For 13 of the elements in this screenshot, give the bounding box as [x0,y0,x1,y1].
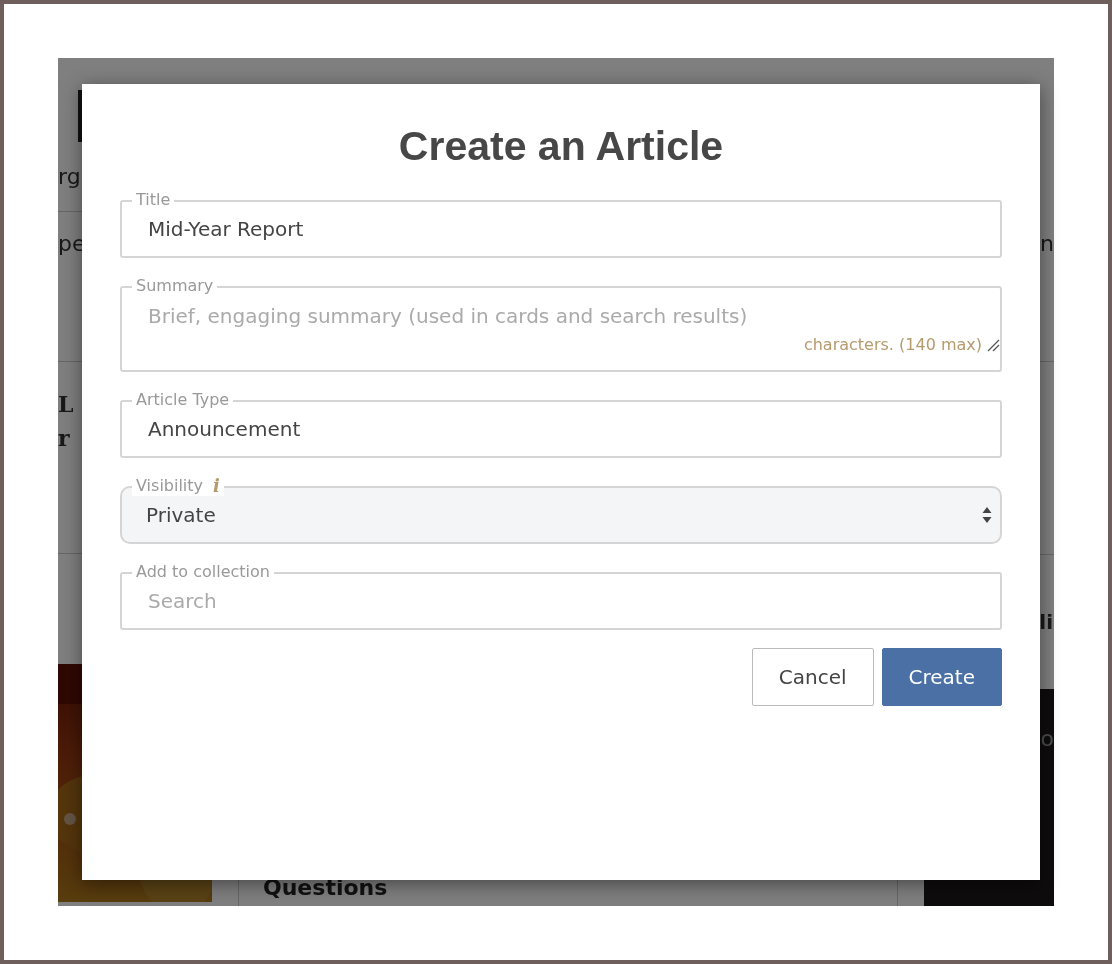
page-text: rg [58,163,81,191]
create-button[interactable]: Create [881,648,1002,706]
dialog-title: Create an Article [397,122,725,171]
resize-handle-icon[interactable] [986,337,1000,352]
page-text: n [1040,230,1054,258]
page-text: o [1040,725,1054,753]
character-counter: characters. (140 max) [803,335,982,354]
card-title: Questions [263,875,388,900]
page-text: li [1039,609,1054,636]
page-text: r [58,424,70,452]
page-text: L [58,390,74,418]
up-down-arrows-icon [982,506,992,524]
cancel-button[interactable]: Cancel [751,648,874,706]
